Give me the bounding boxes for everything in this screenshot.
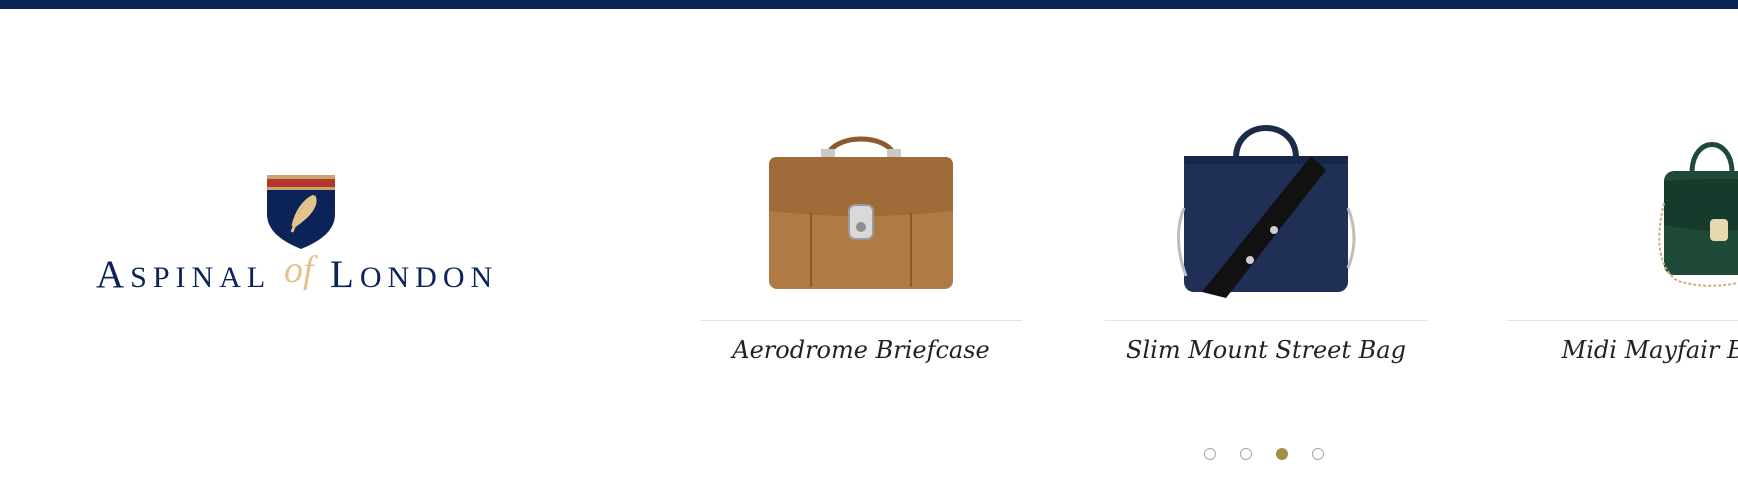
product-card[interactable]: Midi Mayfair Bag [1507,60,1738,390]
pagination-dot-3[interactable] [1276,448,1288,460]
product-image[interactable] [1105,88,1427,318]
product-title[interactable]: Aerodrome Briefcase [700,336,1022,364]
card-divider [700,320,1022,321]
pagination-dot-1[interactable] [1204,448,1216,460]
product-title[interactable]: Midi Mayfair Bag [1507,336,1738,364]
product-image[interactable] [700,88,1022,318]
pagination-dot-2[interactable] [1240,448,1252,460]
logo-word-aspinal: ASPINAL [96,253,272,296]
briefcase-image-icon [769,136,953,289]
product-card[interactable]: Slim Mount Street Bag [1105,60,1427,390]
brand-logo[interactable]: ASPINAL of LONDON [96,172,500,312]
logo-word-of: of [284,249,314,291]
card-divider [1507,320,1738,321]
pagination-dot-4[interactable] [1312,448,1324,460]
product-image[interactable] [1507,88,1738,318]
logo-wordmark: ASPINAL of LONDON [96,251,500,305]
product-title[interactable]: Slim Mount Street Bag [1105,336,1427,364]
top-bar [0,0,1738,9]
laptop-bag-image-icon [1176,125,1356,298]
product-card[interactable]: Aerodrome Briefcase [700,60,1022,390]
logo-word-london: LONDON [330,253,499,296]
crest-icon [267,175,335,249]
handbag-image-icon [1658,142,1738,287]
product-carousel: Aerodrome Briefcase Slim Mount Street Ba… [660,60,1738,480]
card-divider [1105,320,1427,321]
